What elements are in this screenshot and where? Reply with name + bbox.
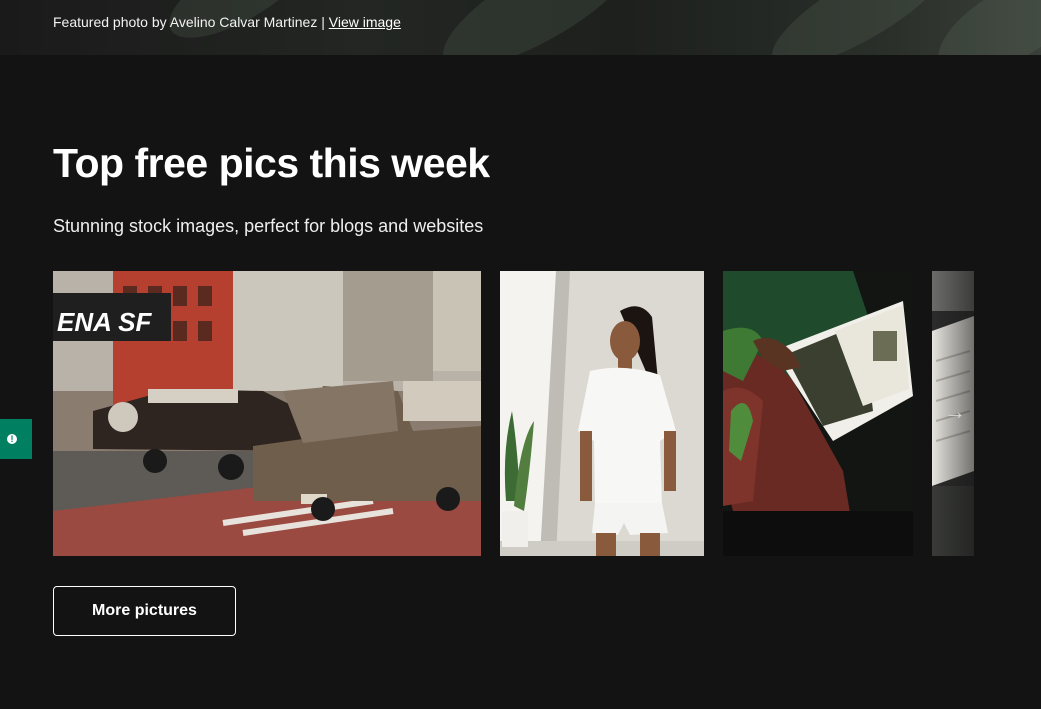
hero-image-strip: Featured photo by Avelino Calvar Martine… (0, 0, 1041, 55)
section-title: Top free pics this week (53, 140, 490, 186)
hero-leaf-shape (758, 0, 962, 55)
photo-lowrider-cars-image: ENA SF (53, 271, 481, 556)
arrow-right-icon[interactable]: → (942, 399, 968, 425)
photo-lowrider-cars[interactable]: ENA SF (53, 271, 481, 556)
alert-circle-icon: ! (7, 434, 17, 444)
hero-leaf-shape (923, 0, 1041, 55)
photo-person-reading[interactable] (723, 271, 913, 556)
photo-person-reading-image (723, 271, 913, 556)
hero-leaf-shape (427, 0, 653, 55)
feedback-tab[interactable]: ! (0, 419, 32, 459)
section-subtitle: Stunning stock images, perfect for blogs… (53, 216, 484, 236)
photo-credit-text: Featured photo by Avelino Calvar Martine… (53, 14, 329, 30)
photo-woman-in-white[interactable] (500, 271, 704, 556)
storefront-sign-text: ENA SF (57, 307, 152, 337)
photo-credit: Featured photo by Avelino Calvar Martine… (53, 14, 401, 30)
photo-woman-in-white-image (500, 271, 704, 556)
view-image-link[interactable]: View image (329, 14, 401, 30)
more-pictures-button[interactable]: More pictures (53, 586, 236, 636)
